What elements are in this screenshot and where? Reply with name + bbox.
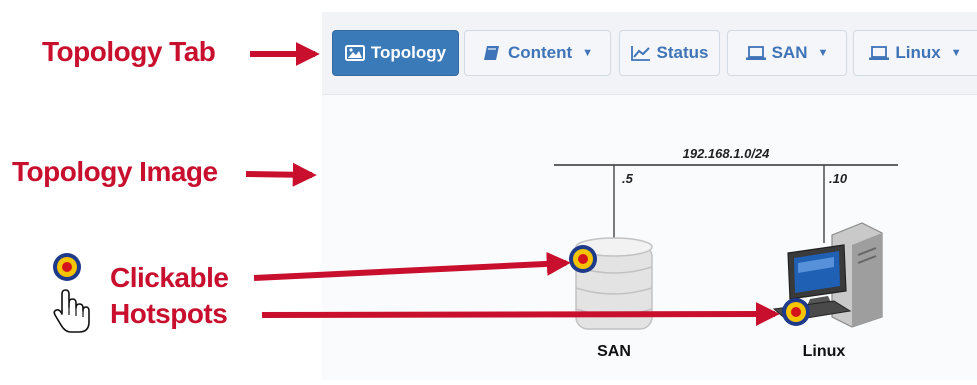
tab-san-label: SAN [771, 43, 808, 62]
tab-status-label: Status [656, 43, 709, 62]
book-icon [483, 46, 499, 60]
linux-octet-label: .10 [829, 171, 848, 186]
topology-tab-callout: Topology Tab [42, 36, 216, 67]
tab-topology-label: Topology [370, 43, 447, 62]
tab-bar: Topology Content ▼ Status SAN ▼ Linux ▼ [322, 12, 977, 95]
tab-topology[interactable]: Topology [332, 30, 459, 76]
san-octet-label: .5 [622, 171, 634, 186]
legend-hotspot-icon [53, 253, 81, 281]
hand-cursor-icon [53, 289, 90, 333]
hotspots-callout: Hotspots [110, 298, 228, 329]
san-hotspot-icon[interactable] [569, 245, 597, 273]
chevron-down-icon: ▼ [582, 47, 594, 59]
tab-san[interactable]: SAN ▼ [727, 30, 847, 76]
app-panel: Topology Content ▼ Status SAN ▼ Linux ▼ … [322, 12, 977, 380]
chevron-down-icon: ▼ [950, 47, 962, 59]
linux-hotspot-icon[interactable] [782, 298, 810, 326]
san-node-label: SAN [597, 343, 631, 360]
laptop-icon [869, 46, 890, 60]
network-label: 192.168.1.0/24 [683, 146, 771, 161]
laptop-icon [745, 46, 766, 60]
line-chart-icon [630, 46, 650, 61]
topology-image-callout: Topology Image [12, 156, 218, 187]
clickable-callout: Clickable [110, 262, 229, 293]
tab-content-label: Content [507, 43, 573, 62]
image-icon [344, 45, 365, 61]
tab-linux-label: Linux [895, 43, 941, 62]
tab-linux[interactable]: Linux ▼ [853, 30, 977, 76]
chevron-down-icon: ▼ [817, 47, 829, 59]
topology-image: 192.168.1.0/24 .5 .10 SAN Linux [322, 95, 977, 380]
arrow-topology-image [245, 162, 317, 187]
topology-diagram: 192.168.1.0/24 .5 .10 SAN Linux [554, 146, 898, 360]
linux-node-label: Linux [803, 343, 846, 360]
tab-content[interactable]: Content ▼ [464, 30, 611, 76]
tab-status[interactable]: Status [619, 30, 720, 76]
